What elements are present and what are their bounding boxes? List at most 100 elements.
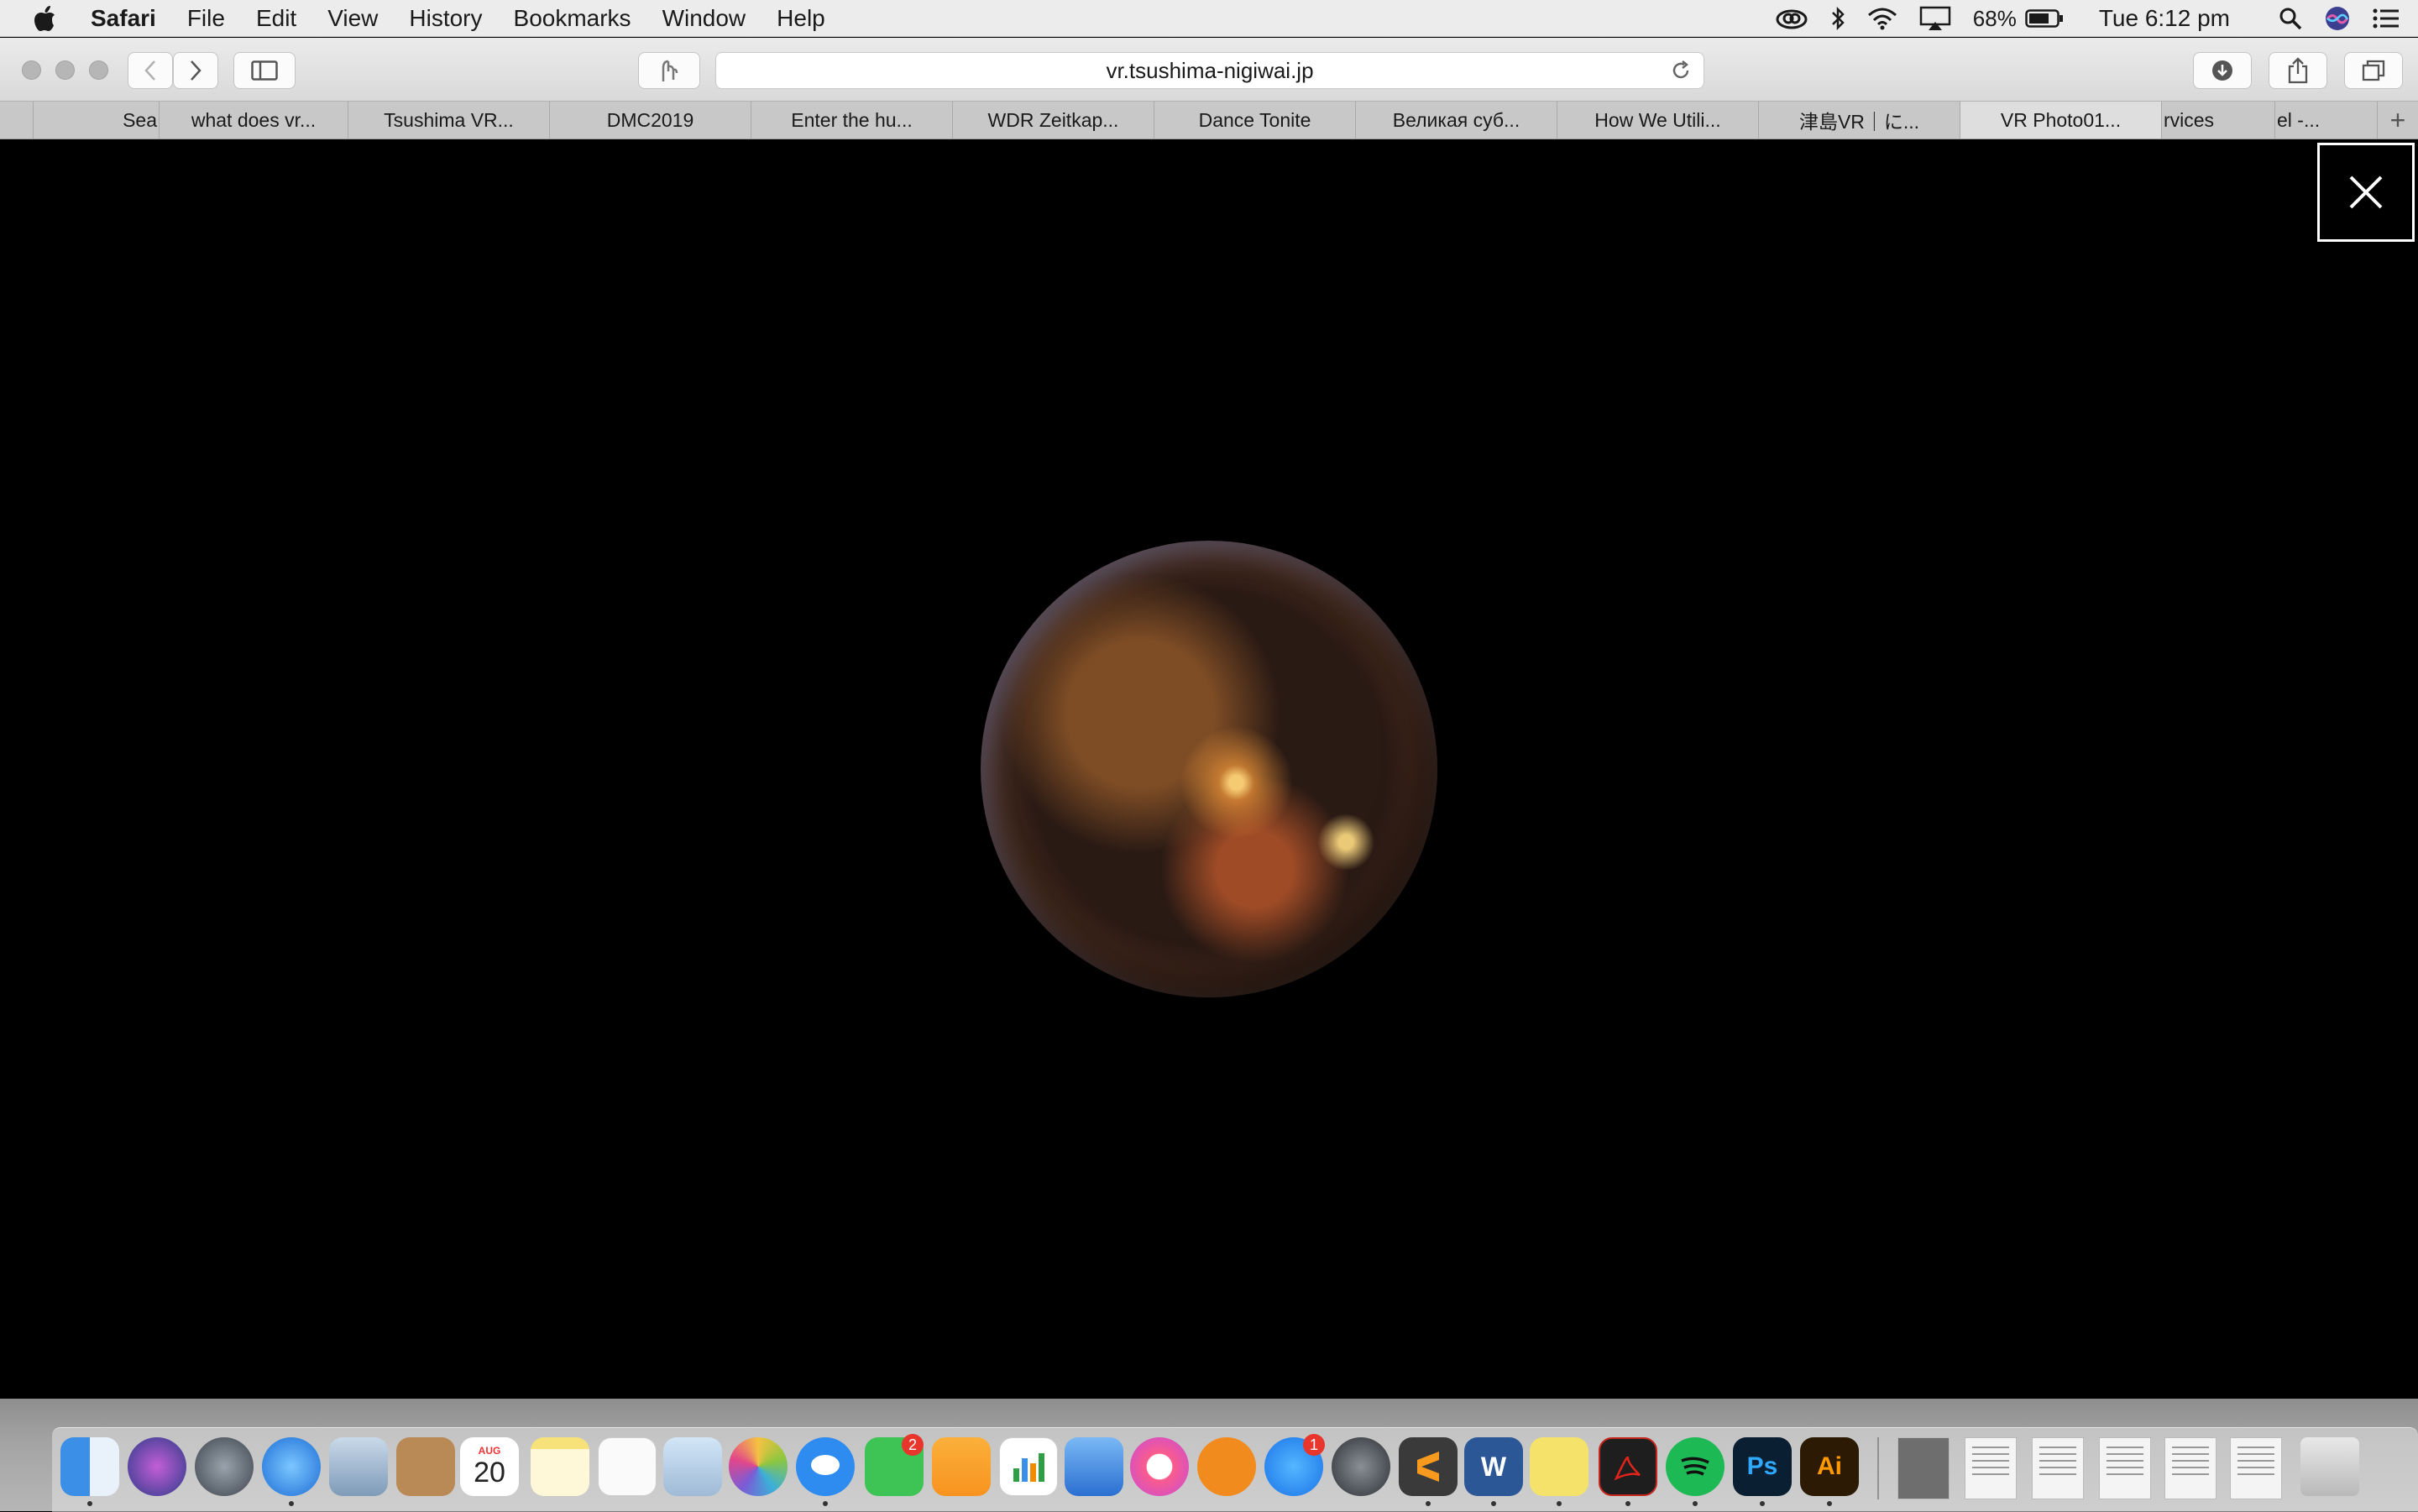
window-minimize-button[interactable] (55, 60, 75, 80)
contacts-app-icon[interactable] (396, 1437, 455, 1496)
window-zoom-button[interactable] (89, 60, 108, 80)
tab-overview-button[interactable] (2344, 52, 2403, 89)
tab-vr-photo01-active[interactable]: VR Photo01... (1960, 102, 2162, 139)
facetime-badge: 2 (902, 1434, 924, 1456)
menu-help[interactable]: Help (777, 5, 825, 32)
calendar-app-icon[interactable]: AUG 20 (460, 1437, 519, 1496)
trash-icon[interactable] (2300, 1437, 2359, 1496)
spotlight-search-icon[interactable] (2279, 7, 2302, 30)
share-icon (2288, 57, 2308, 84)
tab-how-we-utili[interactable]: How We Utili... (1557, 102, 1759, 139)
extension-button[interactable] (638, 52, 700, 89)
notes-app-icon[interactable] (531, 1437, 589, 1496)
recent-document-thumbnail[interactable] (1965, 1437, 2017, 1499)
battery-percent: 68% (1972, 5, 2017, 31)
tab-enter-the-hu[interactable]: Enter the hu... (751, 102, 953, 139)
running-indicator (1557, 1501, 1562, 1506)
tab-label: what does vr... (191, 108, 317, 131)
dock-separator (1877, 1437, 1879, 1499)
system-preferences-icon[interactable] (1332, 1437, 1390, 1496)
downloads-button[interactable] (2193, 52, 2252, 89)
recent-document-thumbnail[interactable] (2164, 1437, 2216, 1499)
notification-center-icon[interactable] (2373, 8, 2400, 29)
menubar-clock[interactable]: Tue 6:12 pm (2099, 5, 2230, 32)
tab-label: Tsushima VR... (384, 108, 514, 131)
back-button[interactable] (128, 52, 173, 89)
ibooks-app-icon[interactable] (1197, 1437, 1256, 1496)
word-app-icon[interactable]: W (1464, 1437, 1523, 1496)
recent-document-thumbnail[interactable] (1897, 1437, 1950, 1499)
bluetooth-icon[interactable] (1830, 6, 1845, 31)
itunes-app-icon[interactable] (1130, 1437, 1189, 1496)
close-viewer-button[interactable] (2317, 143, 2415, 242)
menu-file[interactable]: File (187, 5, 225, 32)
battery-icon[interactable] (2025, 8, 2064, 29)
tab-search[interactable]: Sea (34, 102, 160, 139)
reminders-app-icon[interactable] (598, 1437, 657, 1496)
tab-dance-tonite[interactable]: Dance Tonite (1154, 102, 1356, 139)
download-icon (2212, 60, 2232, 81)
new-tab-button[interactable]: + (2377, 102, 2418, 139)
preview-app-icon[interactable] (663, 1437, 722, 1496)
menu-view[interactable]: View (327, 5, 378, 32)
tab-services[interactable]: rvices (2162, 102, 2275, 139)
tab-label: How We Utili... (1594, 108, 1721, 131)
tab-el[interactable]: el -... (2275, 102, 2378, 139)
launchpad-icon[interactable] (195, 1437, 254, 1496)
tab-velikaya-sub[interactable]: Великая суб... (1356, 102, 1557, 139)
window-close-button[interactable] (22, 60, 41, 80)
siri-app-icon[interactable] (128, 1437, 186, 1496)
tab-label: Sea (123, 108, 157, 131)
tab-label: Великая суб... (1392, 108, 1520, 131)
recent-document-thumbnail[interactable] (2099, 1437, 2151, 1499)
mail-app-icon[interactable] (329, 1437, 388, 1496)
menu-history[interactable]: History (409, 5, 482, 32)
menu-bookmarks[interactable]: Bookmarks (514, 5, 631, 32)
spotify-app-icon[interactable] (1666, 1437, 1725, 1496)
menu-app-safari[interactable]: Safari (91, 5, 156, 32)
illustrator-app-icon[interactable]: Ai (1800, 1437, 1859, 1496)
app-store-badge: 1 (1303, 1434, 1325, 1456)
creative-cloud-icon[interactable] (1775, 7, 1808, 30)
numbers-app-icon[interactable] (999, 1437, 1058, 1496)
recent-document-thumbnail[interactable] (2230, 1437, 2282, 1499)
acrobat-app-icon[interactable] (1599, 1437, 1657, 1496)
recent-document-thumbnail[interactable] (2032, 1437, 2084, 1499)
stickies-app-icon[interactable] (1530, 1437, 1588, 1496)
tabs-icon (2362, 60, 2385, 81)
close-icon (2349, 175, 2383, 209)
tab-label: 津島VR｜に... (1798, 111, 1920, 133)
address-bar[interactable]: vr.tsushima-nigiwai.jp (715, 52, 1704, 89)
tab-label: el -... (2277, 108, 2321, 131)
tab-label: DMC2019 (606, 108, 694, 131)
airplay-icon[interactable] (1919, 6, 1951, 31)
safari-app-icon[interactable] (262, 1437, 321, 1496)
messages-app-icon[interactable] (796, 1437, 855, 1496)
calendar-month: AUG (478, 1444, 501, 1457)
photos-app-icon[interactable] (729, 1437, 788, 1496)
tab-pinned[interactable] (0, 102, 34, 139)
forward-button[interactable] (173, 52, 218, 89)
tab-wdr-zeitkap[interactable]: WDR Zeitkap... (953, 102, 1154, 139)
sidebar-toggle-button[interactable] (233, 52, 296, 89)
chevron-right-icon (191, 60, 202, 81)
keynote-app-icon[interactable] (1065, 1437, 1123, 1496)
finder-icon[interactable] (60, 1437, 119, 1496)
tab-tsushima-vr[interactable]: Tsushima VR... (348, 102, 550, 139)
menu-edit[interactable]: Edit (256, 5, 296, 32)
apple-menu-icon[interactable] (34, 5, 59, 32)
sublime-text-icon[interactable] (1399, 1437, 1458, 1496)
photoshop-app-icon[interactable]: Ps (1733, 1437, 1792, 1496)
wifi-icon[interactable] (1867, 7, 1897, 30)
illustrator-label: Ai (1817, 1452, 1842, 1480)
menu-window[interactable]: Window (662, 5, 746, 32)
reload-icon[interactable] (1670, 60, 1692, 87)
pages-app-icon[interactable] (932, 1437, 991, 1496)
tab-label: rvices (2164, 108, 2215, 131)
vr-panorama-sphere[interactable] (981, 541, 1437, 997)
tab-tsushima-vr-jp[interactable]: 津島VR｜に... (1759, 102, 1960, 139)
tab-dmc2019[interactable]: DMC2019 (550, 102, 751, 139)
tab-what-does-vr[interactable]: what does vr... (160, 102, 348, 139)
share-button[interactable] (2269, 52, 2327, 89)
siri-icon[interactable] (2324, 5, 2351, 32)
